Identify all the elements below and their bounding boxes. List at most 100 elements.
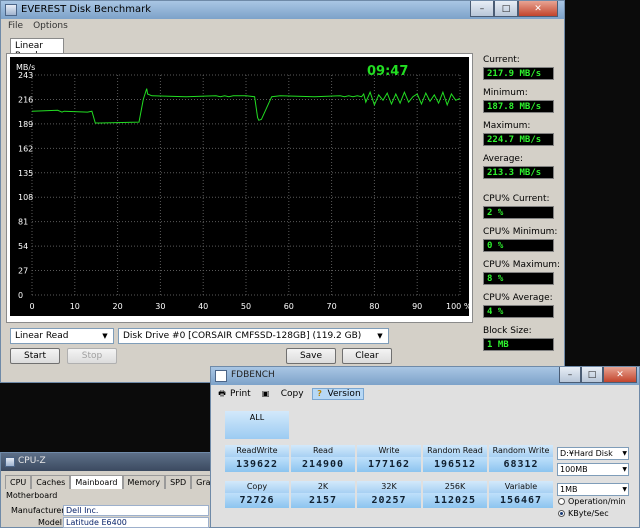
random-write-cell[interactable]: Random Write 68312 bbox=[489, 445, 553, 472]
everest-app-icon bbox=[5, 4, 17, 16]
radio-dot-selected bbox=[558, 510, 565, 517]
save-button[interactable]: Save bbox=[286, 348, 336, 364]
close-button[interactable]: ✕ bbox=[518, 1, 558, 17]
y-tick-label: 27 bbox=[18, 267, 28, 276]
fd-block-value: 1MB bbox=[560, 485, 578, 494]
maximize-button[interactable]: □ bbox=[494, 1, 518, 17]
y-tick-label: 54 bbox=[18, 242, 28, 251]
stat-cpu-maximum-label: CPU% Maximum: bbox=[483, 260, 561, 270]
fd-drive-select[interactable]: D:¥Hard Disk ▼ bbox=[557, 447, 629, 460]
start-button[interactable]: Start bbox=[10, 348, 60, 364]
chevron-down-icon: ▼ bbox=[102, 332, 108, 340]
variable-cell[interactable]: Variable 156467 bbox=[489, 481, 553, 508]
fd-drive-value: D:¥Hard Disk bbox=[560, 449, 613, 458]
x-tick-label: 0 bbox=[29, 302, 34, 311]
minimize-button[interactable]: – bbox=[470, 1, 494, 17]
x-tick-label: 90 bbox=[412, 302, 422, 311]
2k-cell[interactable]: 2K 2157 bbox=[291, 481, 355, 508]
stop-button[interactable]: Stop bbox=[67, 348, 117, 364]
random-write-label: Random Write bbox=[489, 445, 553, 457]
tab-linear-read[interactable]: Linear Read bbox=[10, 38, 64, 61]
model-value: Latitude E6400 bbox=[63, 517, 209, 528]
all-button[interactable]: ALL bbox=[225, 411, 289, 439]
version-tool[interactable]: ? Version bbox=[311, 388, 364, 400]
stat-block-size-label: Block Size: bbox=[483, 326, 532, 336]
fd-block-select[interactable]: 1MB ▼ bbox=[557, 483, 629, 496]
chevron-down-icon: ▼ bbox=[622, 486, 627, 493]
test-type-select[interactable]: Linear Read ▼ bbox=[10, 328, 114, 344]
x-tick-label: 60 bbox=[284, 302, 294, 311]
x-tick-label: 20 bbox=[113, 302, 123, 311]
menu-options[interactable]: Options bbox=[33, 21, 68, 31]
radio-operation-min[interactable]: Operation/min bbox=[558, 497, 626, 506]
menu-file[interactable]: File bbox=[8, 21, 23, 31]
tab-memory[interactable]: Memory bbox=[122, 475, 166, 489]
copy-cell-label: Copy bbox=[225, 481, 289, 493]
y-tick-label: 135 bbox=[18, 169, 33, 178]
everest-window-title: EVEREST Disk Benchmark bbox=[21, 4, 151, 15]
copy-cell[interactable]: Copy 72726 bbox=[225, 481, 289, 508]
variable-label: Variable bbox=[489, 481, 553, 493]
clear-button[interactable]: Clear bbox=[342, 348, 392, 364]
chevron-down-icon: ▼ bbox=[377, 332, 383, 340]
tab-spd[interactable]: SPD bbox=[165, 475, 192, 489]
y-axis-label: MB/s bbox=[16, 63, 35, 72]
tab-mainboard[interactable]: Mainboard bbox=[70, 475, 123, 489]
readwrite-cell[interactable]: ReadWrite 139622 bbox=[225, 445, 289, 472]
copy-tool[interactable]: Copy bbox=[279, 389, 306, 399]
readwrite-label: ReadWrite bbox=[225, 445, 289, 457]
fdbench-app-icon bbox=[215, 370, 227, 382]
print-tool[interactable]: 🖶 Print bbox=[215, 389, 253, 399]
stat-cpu-minimum-value: 0 % bbox=[483, 239, 554, 252]
y-tick-label: 162 bbox=[18, 144, 33, 153]
fd-size-select[interactable]: 100MB ▼ bbox=[557, 463, 629, 476]
x-tick-label: 40 bbox=[198, 302, 208, 311]
random-write-value: 68312 bbox=[489, 457, 553, 472]
32k-label: 32K bbox=[357, 481, 421, 493]
copy-image-tool[interactable]: ▣ bbox=[259, 389, 273, 399]
radio-kbyte-sec[interactable]: KByte/Sec bbox=[558, 509, 609, 518]
stat-average-label: Average: bbox=[483, 154, 523, 164]
fd-minimize-button[interactable]: – bbox=[559, 367, 581, 383]
drive-select[interactable]: Disk Drive #0 [CORSAIR CMFSSD-128GB] (11… bbox=[118, 328, 389, 344]
cpuz-tabs: CPU Caches Mainboard Memory SPD Graphics bbox=[5, 475, 237, 489]
benchmark-chart: 243 216 189 162 135 108 81 54 27 00 10 20 30 40 50 60 70… bbox=[10, 57, 469, 316]
radio-dot bbox=[558, 498, 565, 505]
256k-cell[interactable]: 256K 112025 bbox=[423, 481, 487, 508]
y-tick-label: 108 bbox=[18, 193, 33, 202]
chevron-down-icon: ▼ bbox=[622, 450, 627, 457]
stat-minimum-label: Minimum: bbox=[483, 88, 528, 98]
read-label: Read bbox=[291, 445, 355, 457]
random-read-cell[interactable]: Random Read 196512 bbox=[423, 445, 487, 472]
write-cell[interactable]: Write 177162 bbox=[357, 445, 421, 472]
cpuz-app-icon bbox=[5, 457, 15, 467]
y-tick-label: 243 bbox=[18, 71, 33, 80]
256k-value: 112025 bbox=[423, 493, 487, 508]
tab-cpu[interactable]: CPU bbox=[5, 475, 32, 489]
fd-close-button[interactable]: ✕ bbox=[603, 367, 637, 383]
radio-kbyte-sec-label: KByte/Sec bbox=[568, 509, 609, 518]
x-tick-label: 50 bbox=[241, 302, 251, 311]
everest-titlebar[interactable]: EVEREST Disk Benchmark – □ ✕ bbox=[1, 1, 564, 19]
read-cell[interactable]: Read 214900 bbox=[291, 445, 355, 472]
printer-icon: 🖶 bbox=[218, 389, 226, 398]
print-label: Print bbox=[230, 389, 251, 399]
stat-cpu-minimum-label: CPU% Minimum: bbox=[483, 227, 558, 237]
copy-label: Copy bbox=[280, 389, 304, 399]
fdbench-titlebar[interactable]: FDBENCH – □ ✕ bbox=[211, 367, 639, 385]
2k-value: 2157 bbox=[291, 493, 355, 508]
model-label: Model bbox=[38, 518, 63, 527]
tab-caches[interactable]: Caches bbox=[31, 475, 71, 489]
random-read-value: 196512 bbox=[423, 457, 487, 472]
stat-current-label: Current: bbox=[483, 55, 520, 65]
32k-cell[interactable]: 32K 20257 bbox=[357, 481, 421, 508]
stat-average-value: 213.3 MB/s bbox=[483, 166, 554, 179]
version-label: Version bbox=[327, 389, 361, 399]
radio-operation-min-label: Operation/min bbox=[568, 497, 626, 506]
x-tick-label: 100 % bbox=[446, 302, 469, 311]
everest-menubar: File Options bbox=[1, 19, 564, 33]
cpuz-titlebar[interactable]: CPU-Z bbox=[1, 453, 211, 471]
stat-minimum-value: 187.8 MB/s bbox=[483, 100, 554, 113]
stat-cpu-current-value: 2 % bbox=[483, 206, 554, 219]
fd-maximize-button[interactable]: □ bbox=[581, 367, 603, 383]
